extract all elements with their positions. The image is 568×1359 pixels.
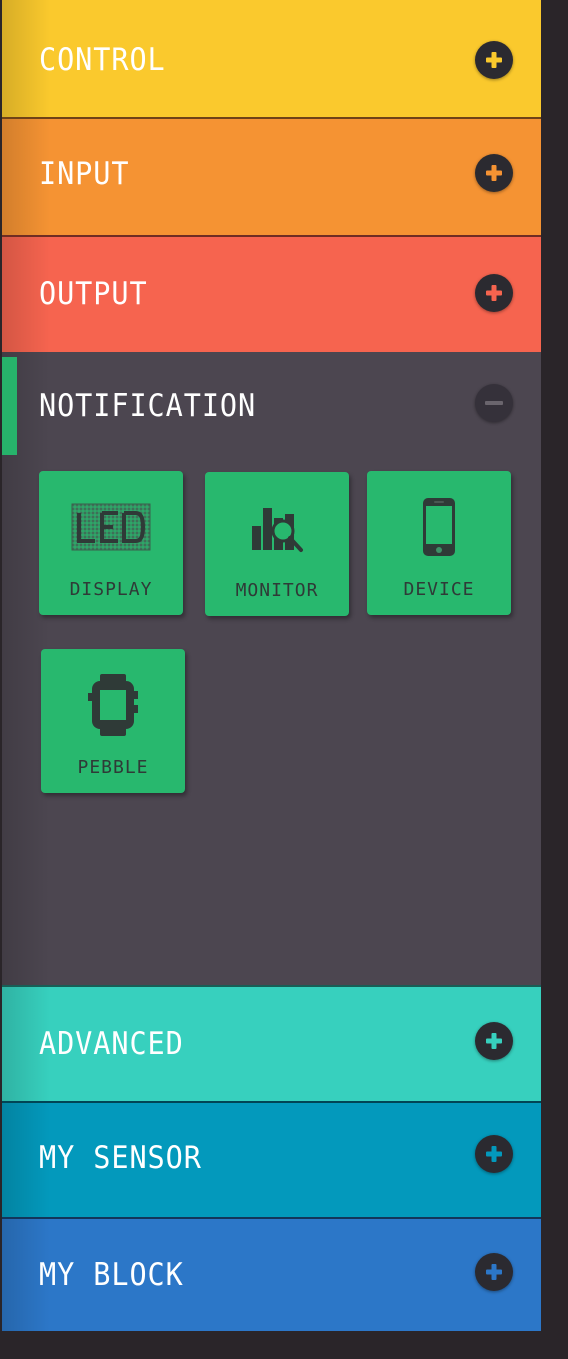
block-tile-pebble-label: PEBBLE — [77, 757, 149, 778]
plus-icon[interactable] — [475, 1135, 513, 1173]
category-notification[interactable]: NOTIFICATION DISPLAY MONITOR DEVICE PEBB… — [2, 352, 541, 985]
category-input-label: INPUT — [39, 156, 130, 192]
block-tile-display[interactable]: DISPLAY — [39, 471, 183, 615]
category-advanced[interactable]: ADVANCED — [2, 985, 541, 1101]
active-category-indicator — [2, 357, 17, 455]
block-tile-device[interactable]: DEVICE — [367, 471, 511, 615]
plus-icon[interactable] — [475, 1253, 513, 1291]
block-tile-monitor[interactable]: MONITOR — [205, 472, 349, 616]
smartphone-icon — [367, 495, 511, 559]
plus-icon[interactable] — [475, 41, 513, 79]
category-advanced-label: ADVANCED — [39, 1026, 184, 1062]
plus-icon[interactable] — [475, 274, 513, 312]
lcd-display-icon — [39, 495, 183, 559]
monitor-chart-icon — [205, 496, 349, 560]
minus-icon[interactable] — [475, 384, 513, 422]
category-control-label: CONTROL — [39, 42, 166, 78]
block-category-panel: CONTROL INPUT OUTPUT NOTIFICATION DISPLA… — [2, 0, 541, 1331]
block-tile-pebble[interactable]: PEBBLE — [41, 649, 185, 793]
category-notification-label: NOTIFICATION — [39, 388, 257, 424]
category-my-sensor-label: MY SENSOR — [39, 1140, 202, 1176]
category-control[interactable]: CONTROL — [2, 0, 541, 117]
category-my-sensor[interactable]: MY SENSOR — [2, 1101, 541, 1217]
smartwatch-icon — [41, 673, 185, 737]
block-tile-display-label: DISPLAY — [69, 579, 153, 600]
block-tile-monitor-label: MONITOR — [235, 580, 319, 601]
category-input[interactable]: INPUT — [2, 117, 541, 235]
block-tile-device-label: DEVICE — [403, 579, 475, 600]
category-my-block-label: MY BLOCK — [39, 1257, 184, 1293]
category-my-block[interactable]: MY BLOCK — [2, 1217, 541, 1331]
category-output[interactable]: OUTPUT — [2, 235, 541, 352]
plus-icon[interactable] — [475, 154, 513, 192]
category-output-label: OUTPUT — [39, 276, 148, 312]
plus-icon[interactable] — [475, 1022, 513, 1060]
